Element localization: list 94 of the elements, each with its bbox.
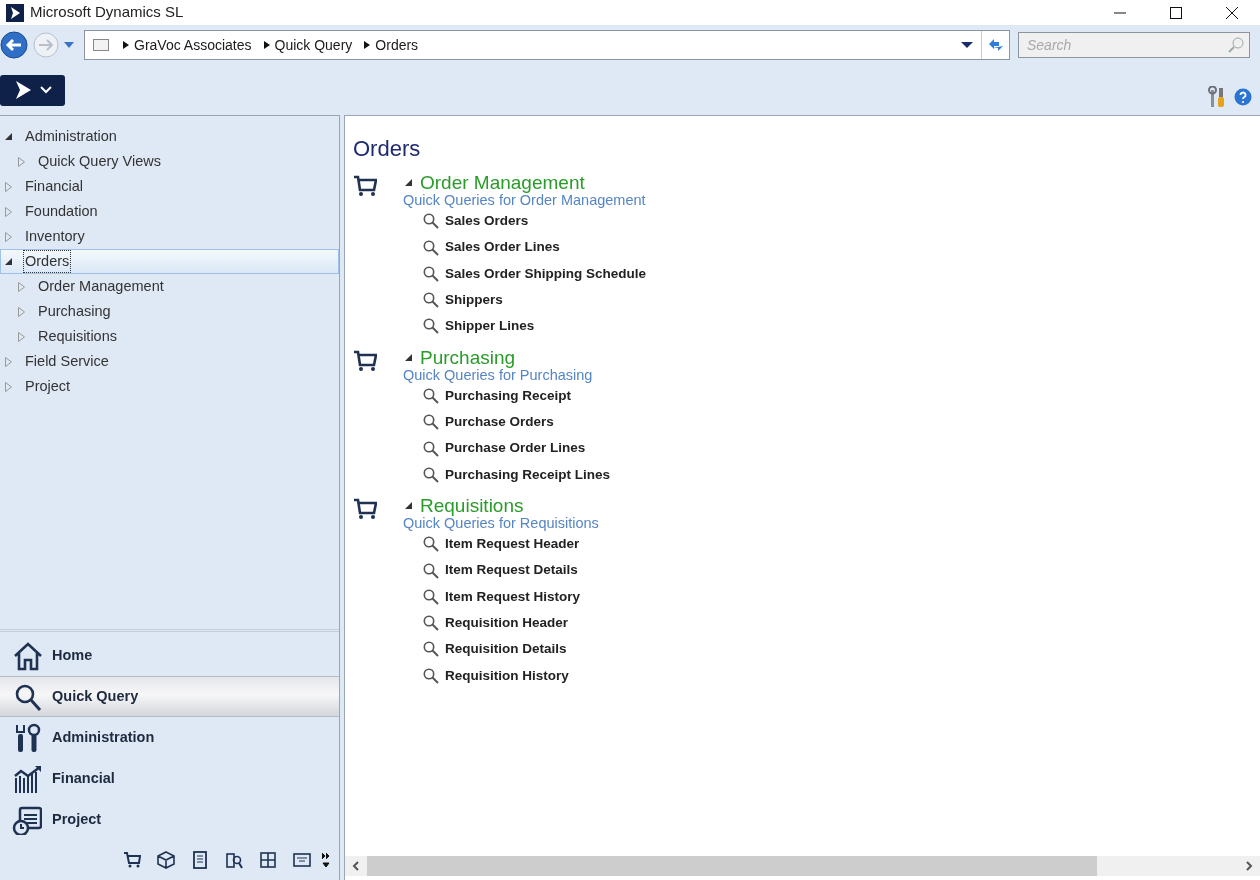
- query-link[interactable]: Purchase Order Lines: [445, 438, 586, 459]
- cart-icon[interactable]: [123, 851, 141, 869]
- cart-icon: [353, 349, 377, 372]
- cart-icon: [353, 498, 377, 520]
- horizontal-scrollbar[interactable]: [345, 856, 1260, 876]
- page-icon: [93, 39, 109, 51]
- search-icon: [423, 318, 439, 335]
- document-icon[interactable]: [191, 851, 209, 869]
- search-icon: [423, 615, 439, 632]
- search-icon: [423, 562, 439, 579]
- window-title: Microsoft Dynamics SL: [30, 2, 184, 23]
- close-icon: [1226, 6, 1238, 19]
- breadcrumb-arrow-icon: [123, 41, 129, 49]
- chart-icon: [12, 763, 42, 794]
- query-link[interactable]: Purchasing Receipt: [445, 385, 572, 407]
- nav-button[interactable]: Financial: [0, 758, 339, 799]
- search-icon: [423, 588, 439, 605]
- app-menu-button[interactable]: [0, 74, 65, 106]
- search-icon: [423, 466, 439, 483]
- app-logo-icon: [13, 80, 32, 100]
- tools-icon[interactable]: [1208, 86, 1226, 108]
- query-link[interactable]: Shipper Lines: [445, 316, 535, 337]
- history-dropdown-icon[interactable]: [64, 41, 74, 49]
- query-link[interactable]: Requisition Header: [445, 613, 569, 634]
- section-subtitle: Quick Queries for Purchasing: [403, 367, 594, 383]
- tree-item[interactable]: Field Service: [0, 349, 339, 374]
- breadcrumb-arrow-icon: [364, 41, 371, 49]
- box-icon[interactable]: [157, 851, 175, 869]
- more-options-icon[interactable]: [321, 852, 331, 868]
- breadcrumb-link[interactable]: GraVoc Associates: [134, 34, 252, 56]
- expanded-arrow-icon[interactable]: [405, 502, 412, 510]
- search-icon: [423, 292, 439, 309]
- query-link[interactable]: Sales Orders: [445, 211, 529, 232]
- nav-button[interactable]: Project: [0, 799, 339, 840]
- search-icon: [423, 641, 439, 658]
- query-link[interactable]: Item Request Details: [445, 560, 578, 581]
- section-subtitle: Quick Queries for Order Management: [403, 192, 647, 209]
- report-icon[interactable]: [293, 851, 311, 869]
- chevron-down-icon: [39, 86, 52, 94]
- nav-button[interactable]: Home: [0, 635, 339, 676]
- tree-item[interactable]: Project: [0, 374, 339, 399]
- query-link[interactable]: Sales Order Lines: [445, 237, 560, 258]
- page-title: Orders: [353, 135, 422, 163]
- query-link[interactable]: Purchase Orders: [445, 412, 554, 433]
- home-icon: [12, 640, 42, 671]
- search-icon: [423, 387, 439, 404]
- tree-item[interactable]: Administration: [0, 124, 339, 149]
- query-link[interactable]: Purchasing Receipt Lines: [445, 464, 611, 485]
- section-title: Purchasing: [420, 347, 516, 368]
- tree-item[interactable]: Orders: [0, 249, 339, 274]
- tree-item[interactable]: Purchasing: [0, 299, 339, 324]
- query-link[interactable]: Item Request History: [445, 586, 581, 607]
- cart-icon: [353, 175, 377, 197]
- expanded-arrow-icon[interactable]: [405, 354, 412, 362]
- scrollbar-thumb[interactable]: [367, 856, 1097, 876]
- app-logo-icon: [6, 3, 24, 22]
- breadcrumb-link[interactable]: Orders: [375, 34, 419, 56]
- search-icon: [423, 414, 439, 431]
- back-button[interactable]: [0, 31, 28, 59]
- nav-button[interactable]: Administration: [0, 717, 339, 758]
- help-icon[interactable]: [1234, 88, 1252, 106]
- search-icon: [423, 239, 439, 256]
- section-title: Order Management: [420, 173, 585, 193]
- search-field[interactable]: Search: [1018, 32, 1250, 58]
- query-link[interactable]: Requisition Details: [445, 639, 567, 660]
- breadcrumb-link[interactable]: Quick Query: [274, 34, 353, 56]
- section-title: Requisitions: [420, 496, 524, 516]
- search-icon: [423, 667, 439, 684]
- search-icon: [1228, 37, 1244, 53]
- search-icon: [423, 213, 439, 230]
- dropdown-arrow-icon[interactable]: [961, 41, 973, 49]
- tree-item[interactable]: Order Management: [0, 274, 339, 299]
- query-link[interactable]: Sales Order Shipping Schedule: [445, 263, 647, 284]
- query-link[interactable]: Shippers: [445, 290, 503, 311]
- expanded-arrow-icon[interactable]: [405, 179, 412, 187]
- tree-item[interactable]: Requisitions: [0, 324, 339, 349]
- building-search-icon[interactable]: [225, 851, 243, 869]
- tree-item[interactable]: Inventory: [0, 224, 339, 249]
- query-link[interactable]: Requisition History: [445, 665, 569, 686]
- layout-icon[interactable]: [259, 851, 277, 869]
- search-icon: [423, 440, 439, 457]
- query-link[interactable]: Item Request Header: [445, 534, 580, 555]
- breadcrumb-arrow-icon: [263, 41, 270, 49]
- calendar-icon: [12, 804, 42, 835]
- tree-item[interactable]: Financial: [0, 174, 339, 199]
- tree-item[interactable]: Foundation: [0, 199, 339, 224]
- tree-item[interactable]: Quick Query Views: [0, 149, 339, 174]
- section-subtitle: Quick Queries for Requisitions: [403, 515, 599, 532]
- expanded-arrow-icon[interactable]: [5, 133, 12, 140]
- nav-button[interactable]: Quick Query: [0, 676, 339, 717]
- search-icon: [423, 536, 439, 553]
- search-icon: [423, 265, 439, 282]
- expanded-arrow-icon[interactable]: [5, 258, 12, 265]
- maximize-icon: [1170, 6, 1182, 19]
